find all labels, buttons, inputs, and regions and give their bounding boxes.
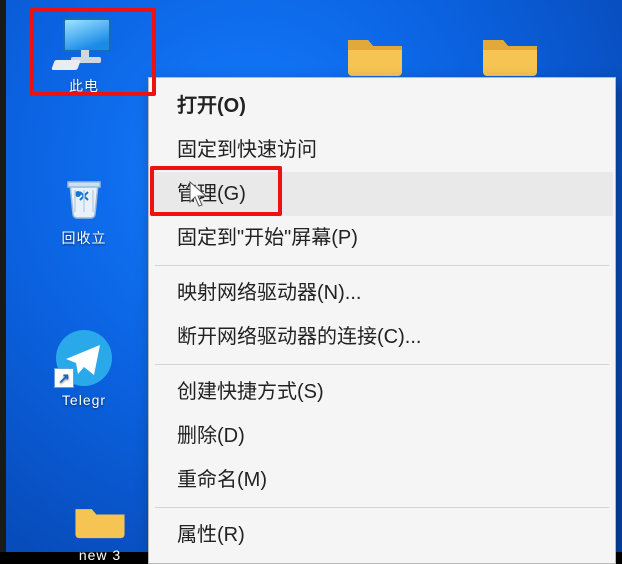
- new3-label: new 3: [40, 547, 160, 563]
- menu-separator: [155, 364, 609, 365]
- menu-properties[interactable]: 属性(R): [151, 513, 613, 557]
- context-menu: 打开(O) 固定到快速访问 管理(G) 固定到"开始"屏幕(P) 映射网络驱动器…: [148, 77, 616, 564]
- menu-rename[interactable]: 重命名(M): [151, 458, 613, 502]
- trash-icon: [58, 170, 110, 222]
- recycle-bin-label: 回收立: [34, 228, 134, 248]
- telegram-icon[interactable]: ↗ Telegr: [34, 330, 134, 408]
- folder-icon[interactable]: [475, 28, 545, 84]
- menu-separator: [155, 265, 609, 266]
- menu-open[interactable]: 打开(O): [151, 84, 613, 128]
- this-pc-label: 此电: [34, 76, 134, 96]
- menu-pin-start[interactable]: 固定到"开始"屏幕(P): [151, 216, 613, 260]
- menu-manage[interactable]: 管理(G): [151, 172, 613, 216]
- monitor-bezel: [0, 0, 6, 552]
- desktop-background: 此电 回收立 ↗ Telegr new 3 第二页 打开(O) 固: [0, 0, 622, 552]
- telegram-app-icon: ↗: [56, 330, 112, 386]
- menu-separator: [155, 507, 609, 508]
- menu-pin-quick-access[interactable]: 固定到快速访问: [151, 128, 613, 172]
- recycle-bin-icon[interactable]: 回收立: [34, 170, 134, 248]
- new3-folder-icon[interactable]: new 3: [40, 500, 160, 563]
- folder-icon[interactable]: [340, 28, 410, 84]
- menu-map-drive[interactable]: 映射网络驱动器(N)...: [151, 271, 613, 315]
- menu-create-shortcut[interactable]: 创建快捷方式(S): [151, 370, 613, 414]
- menu-delete[interactable]: 删除(D): [151, 414, 613, 458]
- shortcut-arrow-icon: ↗: [54, 368, 74, 388]
- telegram-label: Telegr: [34, 392, 134, 408]
- menu-disconnect-drive[interactable]: 断开网络驱动器的连接(C)...: [151, 315, 613, 359]
- this-pc-icon[interactable]: 此电: [34, 16, 134, 96]
- computer-icon: [49, 16, 119, 70]
